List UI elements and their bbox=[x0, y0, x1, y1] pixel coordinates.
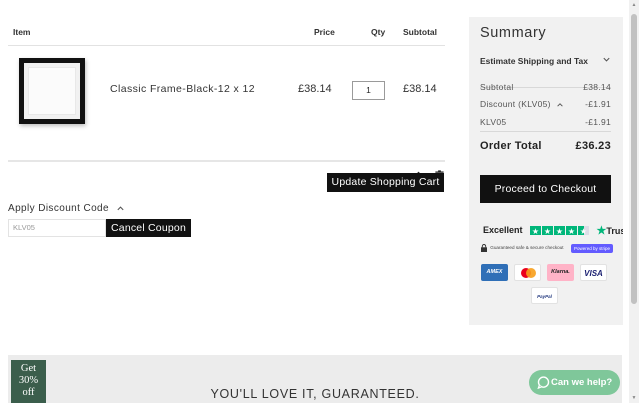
header-subtotal: Subtotal bbox=[403, 27, 437, 37]
summary-title: Summary bbox=[480, 25, 547, 41]
paypal-icon: PayPal bbox=[531, 287, 558, 304]
order-summary: Summary Estimate Shipping and Tax Subtot… bbox=[469, 17, 623, 325]
trustpilot-rating-word: Excellent bbox=[483, 225, 523, 235]
cart-table: Item Price Qty Subtotal Classic Frame-Bl… bbox=[8, 18, 445, 181]
estimate-shipping-label: Estimate Shipping and Tax bbox=[480, 56, 588, 66]
trustpilot-brand: Trustpilot bbox=[606, 225, 623, 236]
klarna-icon: Klarna. bbox=[547, 264, 574, 281]
discount-row-label: Discount (KLV05) bbox=[480, 99, 551, 109]
subtotal-label: Subtotal bbox=[480, 82, 514, 92]
product-name[interactable]: Classic Frame-Black-12 x 12 bbox=[110, 83, 255, 95]
header-item: Item bbox=[13, 27, 31, 37]
promo-line-3: off bbox=[22, 387, 35, 398]
order-total-row: Order Total £36.23 bbox=[480, 140, 611, 152]
coupon-row: KLV05 -£1.91 bbox=[480, 117, 611, 127]
promo-line-1: Get bbox=[20, 363, 37, 374]
summary-divider bbox=[480, 131, 611, 132]
proceed-to-checkout-button[interactable]: Proceed to Checkout bbox=[480, 175, 611, 203]
order-total-value: £36.23 bbox=[575, 140, 611, 152]
chevron-up-icon bbox=[117, 206, 124, 211]
star-icon: ★ bbox=[565, 226, 577, 235]
product-image[interactable] bbox=[19, 58, 85, 124]
discount-row-value: -£1.91 bbox=[585, 99, 611, 109]
cart-row: Classic Frame-Black-12 x 12 £38.14 1 £38… bbox=[8, 46, 445, 181]
secure-text: Guaranteed safe & secure checkout bbox=[490, 245, 564, 251]
chevron-down-icon bbox=[603, 57, 610, 62]
promo-line-2: 30% bbox=[18, 375, 39, 386]
stripe-badge: Powered by stripe bbox=[570, 244, 613, 253]
star-icon: ★ bbox=[529, 226, 541, 235]
subtotal-row: Subtotal £38.14 bbox=[480, 82, 611, 92]
trustpilot-widget[interactable]: Excellent ★★★★★ ★Trustpilot bbox=[483, 221, 623, 235]
subtotal-value: £38.14 bbox=[583, 82, 611, 92]
scroll-up-arrow-icon[interactable]: ▲ bbox=[631, 2, 637, 8]
coupon-code-value: -£1.91 bbox=[585, 117, 611, 127]
cancel-coupon-button[interactable]: Cancel Coupon bbox=[106, 219, 191, 237]
chat-bubble-icon bbox=[537, 376, 550, 389]
scrollbar-thumb[interactable] bbox=[631, 14, 637, 304]
product-price: £38.14 bbox=[298, 83, 332, 95]
amex-card-icon: AMEX bbox=[481, 264, 508, 281]
header-price: Price bbox=[314, 27, 335, 37]
chevron-up-icon bbox=[557, 102, 564, 107]
header-qty: Qty bbox=[371, 27, 386, 37]
discount-code-input[interactable]: KLV05 bbox=[8, 219, 106, 237]
half-star-icon: ★ bbox=[577, 226, 589, 235]
product-subtotal: £38.14 bbox=[403, 83, 437, 95]
scroll-down-arrow-icon[interactable]: ▼ bbox=[631, 395, 637, 401]
cart-header: Item Price Qty Subtotal bbox=[8, 18, 445, 46]
visa-card-icon: VISA bbox=[580, 264, 607, 281]
chat-help-button[interactable]: Can we help? bbox=[529, 370, 620, 395]
secure-checkout-badge: Guaranteed safe & secure checkout Powere… bbox=[481, 244, 613, 255]
discount-label: Apply Discount Code bbox=[8, 203, 109, 214]
discount-toggle[interactable]: Apply Discount Code bbox=[8, 203, 125, 214]
discount-promo-tab[interactable]: Get 30% off bbox=[11, 360, 46, 403]
quantity-input[interactable]: 1 bbox=[352, 81, 385, 100]
trustpilot-logo: ★Trustpilot bbox=[596, 224, 623, 236]
trustpilot-stars: ★ ★ ★ ★ ★ bbox=[529, 221, 590, 235]
order-total-label: Order Total bbox=[480, 140, 542, 152]
update-cart-button[interactable]: Update Shopping Cart bbox=[327, 173, 444, 192]
lock-icon bbox=[481, 244, 487, 252]
star-icon: ★ bbox=[553, 226, 565, 235]
mastercard-icon bbox=[514, 264, 541, 281]
discount-row[interactable]: Discount (KLV05) -£1.91 bbox=[480, 99, 611, 109]
chat-help-label: Can we help? bbox=[551, 377, 613, 388]
star-icon: ★ bbox=[541, 226, 553, 235]
coupon-code-label: KLV05 bbox=[480, 117, 507, 127]
